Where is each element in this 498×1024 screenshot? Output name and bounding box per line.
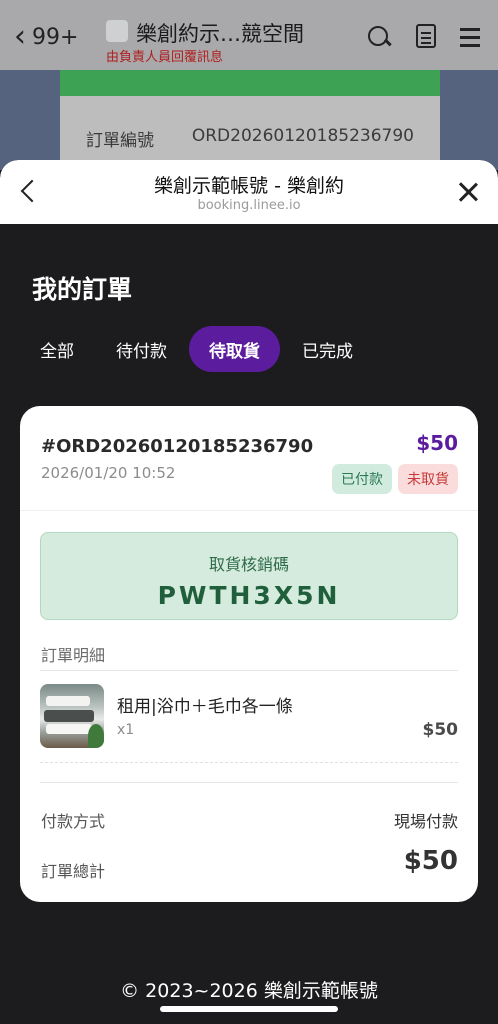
order-total-value: $50 [403,846,458,876]
order-total-label: 訂單總計 [41,862,106,881]
payment-method-value: 現場付款 [393,812,458,831]
background-card-accent [60,70,440,96]
close-icon[interactable] [456,180,480,204]
order-details-title: 訂單明細 [41,646,106,665]
tab-completed[interactable]: 已完成 [282,326,373,372]
item-thumbnail [40,684,104,748]
order-time: 2026/01/20 10:52 [41,464,176,482]
pickup-code: PWTH3X5N [157,581,341,610]
order-price: $50 [416,431,458,455]
unread-count: 99+ [32,24,79,50]
item-price: $50 [422,720,459,740]
not-picked-up-badge: 未取貨 [398,464,458,494]
chat-title: 樂創約示…競空間 [136,22,304,46]
payment-method-label: 付款方式 [41,812,106,831]
background-order-label: 訂單編號 [86,131,154,151]
copyright-footer: © 2023~2026 樂創示範帳號 [120,980,378,1002]
tab-awaiting-payment[interactable]: 待付款 [96,326,187,372]
menu-icon[interactable] [458,24,484,50]
pickup-code-box: 取貨核銷碼 PWTH3X5N [40,532,458,620]
booking-sheet: 樂創示範帳號 - 樂創約 booking.linee.io 我的訂單 全部 待付… [0,160,498,1024]
tab-all[interactable]: 全部 [20,326,94,372]
order-tabs: 全部 待付款 待取貨 已完成 [20,326,375,372]
note-icon[interactable] [416,24,436,48]
divider [20,510,478,511]
order-card[interactable]: #ORD20260120185236790 2026/01/20 10:52 $… [20,406,478,902]
paid-badge: 已付款 [332,464,392,494]
page-title: 我的訂單 [32,275,133,304]
chat-subtitle: 由負責人員回覆訊息 [106,50,224,65]
sheet-title: 樂創示範帳號 - 樂創約 [154,175,344,197]
sheet-header: 樂創示範帳號 - 樂創約 booking.linee.io [0,160,498,224]
background-order-value: ORD20260120185236790 [191,126,414,146]
sheet-url: booking.linee.io [197,198,301,213]
shield-icon [106,20,128,42]
home-indicator[interactable] [160,1006,338,1012]
background-order-card: 訂單編號 ORD20260120185236790 [60,70,440,170]
chevron-left-icon: ‹ [14,19,26,54]
background-chat-header: ‹ 99+ 樂創約示…競空間 由負責人員回覆訊息 [0,0,498,70]
item-name: 租用|浴巾＋毛巾各一條 [117,697,293,717]
search-icon[interactable] [366,24,392,50]
chat-back-button[interactable]: ‹ 99+ [14,22,78,52]
item-quantity: x1 [117,722,135,738]
pickup-code-label: 取貨核銷碼 [208,555,289,574]
divider [40,670,458,671]
divider [40,762,458,763]
tab-awaiting-pickup[interactable]: 待取貨 [189,326,280,372]
divider [40,782,458,783]
order-id: #ORD20260120185236790 [41,436,314,457]
